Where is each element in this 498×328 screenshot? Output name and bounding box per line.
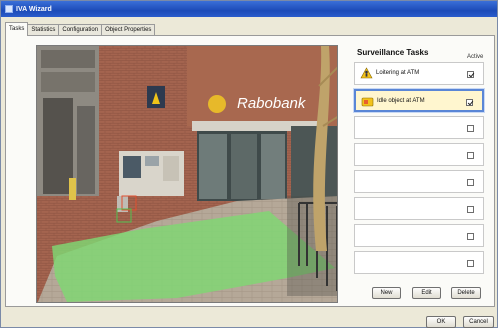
tab-tasks[interactable]: Tasks bbox=[5, 22, 29, 36]
delete-button[interactable]: Delete bbox=[451, 287, 481, 299]
task-row-loitering[interactable]: Loitering at ATM bbox=[354, 62, 484, 85]
task-active-checkbox[interactable] bbox=[467, 179, 474, 186]
task-active-checkbox[interactable] bbox=[467, 233, 474, 240]
task-active-checkbox[interactable] bbox=[467, 125, 474, 132]
task-label: Loitering at ATM bbox=[376, 70, 420, 76]
task-active-checkbox[interactable] bbox=[467, 71, 474, 78]
surveillance-tasks-title: Surveillance Tasks bbox=[357, 48, 429, 57]
app-icon bbox=[5, 5, 13, 13]
edit-button[interactable]: Edit bbox=[412, 287, 441, 299]
task-active-checkbox[interactable] bbox=[466, 99, 473, 106]
camera-view[interactable]: Rabobank bbox=[36, 45, 338, 303]
camera-image: Rabobank bbox=[37, 46, 337, 302]
ok-button[interactable]: OK bbox=[426, 316, 456, 328]
task-list: Loitering at ATM Idle object at ATM bbox=[354, 62, 486, 278]
task-row-empty[interactable] bbox=[354, 224, 484, 247]
rabobank-sign: Rabobank bbox=[237, 95, 307, 112]
idle-object-icon bbox=[361, 97, 374, 107]
task-row-idle-object[interactable]: Idle object at ATM bbox=[354, 89, 484, 112]
task-row-empty[interactable] bbox=[354, 170, 484, 193]
iva-wizard-window: IVA Wizard Tasks Statistics Configuratio… bbox=[0, 0, 498, 328]
task-row-empty[interactable] bbox=[354, 143, 484, 166]
new-button[interactable]: New bbox=[372, 287, 401, 299]
active-column-header: Active bbox=[467, 54, 484, 60]
task-label: Idle object at ATM bbox=[377, 98, 425, 104]
task-active-checkbox[interactable] bbox=[467, 206, 474, 213]
tasks-panel: Rabobank Surveillance Tasks Active Loite… bbox=[5, 35, 495, 307]
person-warning-icon bbox=[360, 67, 373, 79]
task-row-empty[interactable] bbox=[354, 116, 484, 139]
task-active-checkbox[interactable] bbox=[467, 260, 474, 267]
window-title: IVA Wizard bbox=[16, 5, 52, 13]
task-active-checkbox[interactable] bbox=[467, 152, 474, 159]
cancel-button[interactable]: Cancel bbox=[463, 316, 494, 328]
task-row-empty[interactable] bbox=[354, 197, 484, 220]
task-row-empty[interactable] bbox=[354, 251, 484, 274]
title-bar: IVA Wizard bbox=[1, 1, 497, 17]
tab-strip: Tasks Statistics Configuration Object Pr… bbox=[5, 22, 156, 36]
